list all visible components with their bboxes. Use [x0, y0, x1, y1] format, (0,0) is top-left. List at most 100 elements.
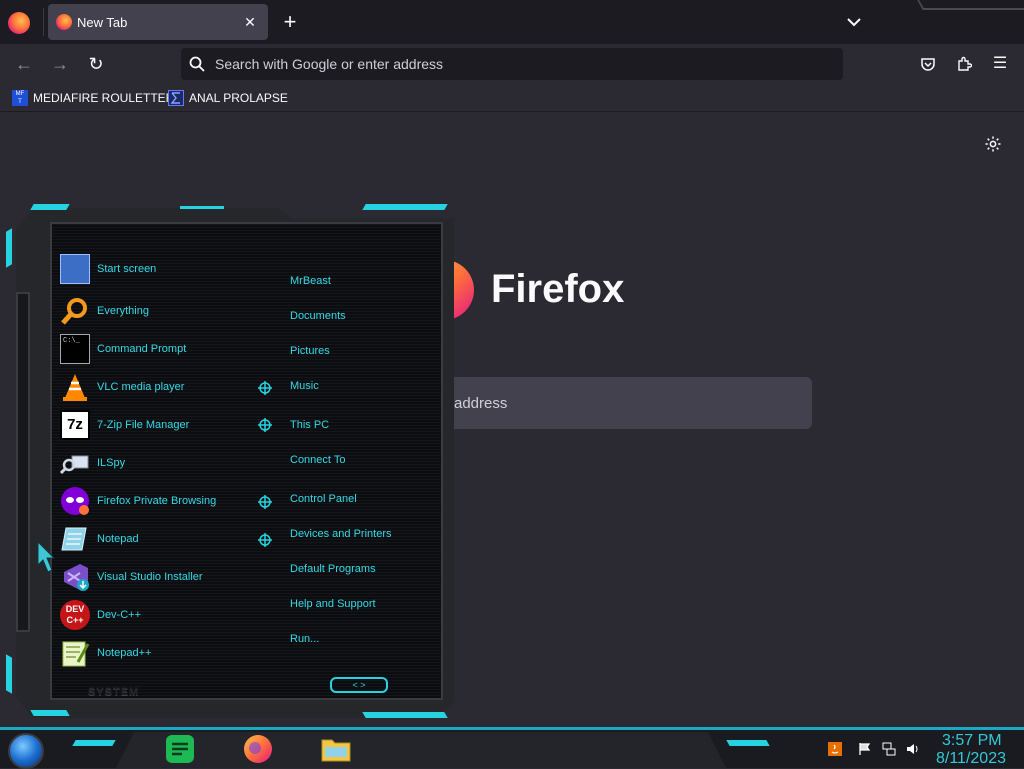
start-menu: Start screen Everything C:\_ Command Pro…: [0, 200, 456, 722]
back-button[interactable]: ←: [12, 52, 36, 76]
program-everything[interactable]: Everything: [60, 295, 149, 327]
place-music[interactable]: Music: [290, 380, 319, 392]
firefox-view-icon[interactable]: [8, 12, 30, 34]
program-label: Start screen: [97, 263, 157, 275]
theme-decoration: [917, 0, 1024, 10]
7zip-icon: 7z: [60, 410, 90, 440]
program-label: Everything: [97, 305, 149, 317]
mouse-cursor-icon: [37, 540, 56, 573]
frame-accent: [30, 710, 70, 716]
place-connect-to[interactable]: Connect To: [290, 454, 345, 466]
forward-button[interactable]: →: [48, 52, 72, 76]
program-label: Command Prompt: [97, 343, 187, 355]
place-help-and-support[interactable]: Help and Support: [290, 598, 376, 610]
place-documents[interactable]: Documents: [290, 310, 346, 322]
new-tab-button[interactable]: +: [278, 10, 302, 34]
program-label: 7-Zip File Manager: [97, 419, 190, 431]
new-tab-search-box[interactable]: address: [412, 377, 812, 429]
program-label: Firefox Private Browsing: [97, 495, 217, 507]
nav-bar: ← → ↻ Search with Google or enter addres…: [0, 44, 1024, 84]
program-label: Visual Studio Installer: [97, 571, 203, 583]
bookmark-label: ANAL PROLAPSE: [189, 91, 288, 105]
program-start-screen[interactable]: Start screen: [60, 253, 156, 285]
taskbar-dock: [116, 732, 726, 768]
place-control-panel[interactable]: Control Panel: [290, 493, 357, 505]
taskbar-accent: [72, 740, 116, 746]
extensions-puzzle-icon[interactable]: [956, 56, 972, 72]
place-default-programs[interactable]: Default Programs: [290, 563, 376, 575]
notes-app-icon[interactable]: [164, 734, 196, 764]
program-notepad[interactable]: Notepad: [60, 523, 139, 555]
program-label: VLC media player: [97, 381, 185, 393]
vlc-cone-icon: [63, 374, 87, 401]
program-ilspy[interactable]: ILSpy: [60, 447, 125, 479]
program-vs-installer[interactable]: Visual Studio Installer: [60, 561, 203, 593]
frame-accent: [6, 654, 12, 694]
place-run[interactable]: Run...: [290, 633, 319, 645]
magnifier-icon: [61, 298, 87, 325]
place-pictures[interactable]: Pictures: [290, 345, 330, 357]
place-devices-and-printers[interactable]: Devices and Printers: [290, 528, 392, 540]
place-this-pc[interactable]: This PC: [290, 419, 329, 431]
java-icon[interactable]: [828, 742, 842, 756]
crosshair-bullet-icon: [258, 495, 272, 509]
notepadpp-icon: [62, 641, 90, 667]
private-browsing-icon: [61, 487, 89, 515]
devcpp-icon: DEV C++: [60, 600, 90, 630]
settings-gear-icon[interactable]: [984, 135, 1002, 153]
frame-accent: [362, 204, 448, 210]
file-explorer-icon[interactable]: [320, 734, 352, 764]
frame-accent: [30, 204, 70, 210]
crosshair-bullet-icon: [258, 381, 272, 395]
notepad-icon: [61, 527, 87, 551]
mft-icon: MF T: [12, 90, 28, 106]
crosshair-bullet-icon: [258, 418, 272, 432]
pocket-icon[interactable]: [920, 56, 936, 72]
program-devcpp[interactable]: DEV C++ Dev-C++: [60, 599, 141, 631]
flag-icon[interactable]: [858, 742, 872, 756]
program-label: Notepad++: [97, 647, 152, 659]
start-orb-button[interactable]: [8, 733, 44, 769]
program-vlc[interactable]: VLC media player: [60, 371, 184, 403]
firefox-tab-icon: [56, 14, 72, 30]
system-label: SYSTEM: [88, 686, 140, 698]
firefox-icon[interactable]: [242, 734, 274, 764]
network-icon[interactable]: [882, 742, 896, 756]
bookmark-anal-prolapse[interactable]: ANAL PROLAPSE: [168, 89, 288, 107]
start-menu-pager[interactable]: < >: [330, 677, 388, 693]
list-all-tabs-chevron-icon[interactable]: [842, 10, 866, 34]
vs-installer-icon: [64, 564, 89, 591]
reload-button[interactable]: ↻: [84, 52, 108, 76]
firefox-wordmark: Firefox: [491, 267, 625, 311]
crosshair-bullet-icon: [258, 533, 272, 547]
close-tab-button[interactable]: ✕: [240, 12, 260, 32]
program-command-prompt[interactable]: C:\_ Command Prompt: [60, 333, 186, 365]
search-icon: [189, 56, 205, 72]
program-notepadpp[interactable]: Notepad++: [60, 637, 151, 669]
tab-separator: [43, 8, 44, 36]
taskbar-accent: [726, 740, 770, 746]
tab-new-tab[interactable]: New Tab ✕: [48, 4, 268, 40]
start-screen-icon: [60, 254, 90, 284]
ilspy-icon: [60, 455, 89, 475]
program-7zip[interactable]: 7z 7-Zip File Manager: [60, 409, 189, 441]
url-bar[interactable]: Search with Google or enter address: [181, 48, 843, 80]
search-box-placeholder: address: [454, 395, 508, 412]
app-menu-button[interactable]: ☰: [988, 52, 1012, 76]
clock-time[interactable]: 3:57 PM: [942, 732, 1002, 750]
url-bar-placeholder: Search with Google or enter address: [215, 56, 444, 72]
program-label: Dev-C++: [97, 609, 142, 621]
frame-accent: [362, 712, 448, 718]
frame-accent: [180, 206, 224, 209]
place-mrbeast[interactable]: MrBeast: [290, 275, 331, 287]
tab-title: New Tab: [77, 15, 128, 30]
frame-accent: [6, 228, 12, 268]
bookmark-mediafire-rouletter[interactable]: MF T MEDIAFIRE ROULETTER: [12, 89, 174, 107]
clock-date[interactable]: 8/11/2023: [936, 750, 1006, 768]
program-label: Notepad: [97, 533, 139, 545]
program-firefox-private[interactable]: Firefox Private Browsing: [60, 485, 216, 517]
taskbar: 3:57 PM 8/11/2023: [0, 727, 1024, 769]
volume-icon[interactable]: [906, 742, 920, 756]
sigma-icon: [168, 90, 184, 106]
cmd-icon: C:\_: [60, 334, 90, 364]
